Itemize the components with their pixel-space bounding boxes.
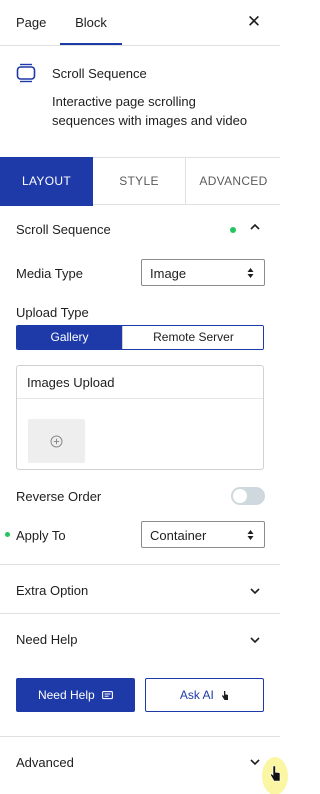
select-value: Container	[150, 528, 207, 543]
section-advanced[interactable]: Advanced	[0, 737, 280, 786]
media-type-select[interactable]: Image	[141, 259, 265, 286]
cursor-icon	[270, 765, 281, 782]
chevron-down-icon[interactable]	[250, 635, 260, 645]
ask-ai-button[interactable]: Ask AI	[145, 678, 264, 712]
select-value: Image	[150, 266, 187, 281]
tab-layout[interactable]: LAYOUT	[0, 157, 93, 206]
reverse-order-label: Reverse Order	[16, 489, 102, 504]
close-icon[interactable]: ✕	[244, 12, 264, 32]
status-dot	[230, 227, 236, 233]
toggle-knob	[233, 489, 247, 503]
add-image-button[interactable]	[28, 419, 85, 463]
hand-pointer-icon	[222, 691, 229, 701]
plus-circle-icon	[50, 435, 63, 448]
images-upload-panel: Images Upload	[16, 365, 264, 470]
media-type-label: Media Type	[16, 266, 83, 281]
apply-to-label: Apply To	[16, 528, 66, 543]
need-help-button[interactable]: Need Help	[16, 678, 135, 712]
button-label: Need Help	[37, 688, 95, 702]
upload-option-gallery[interactable]: Gallery	[17, 326, 122, 349]
tab-advanced[interactable]: ADVANCED	[187, 158, 280, 205]
section-title: Advanced	[16, 755, 74, 770]
inspector-tabs: LAYOUT STYLE ADVANCED	[0, 157, 280, 206]
button-label: Ask AI	[179, 688, 214, 702]
upload-type-label: Upload Type	[16, 305, 89, 320]
section-title: Need Help	[16, 632, 78, 647]
sidebar-header-tabs: Page Block ✕	[0, 0, 280, 46]
block-description: Interactive page scrolling sequences wit…	[52, 94, 248, 128]
tab-page[interactable]: Page	[16, 0, 46, 46]
reverse-order-toggle[interactable]	[231, 487, 265, 505]
divider	[17, 398, 263, 399]
section-extra-option[interactable]: Extra Option	[0, 565, 280, 614]
upload-type-toggle: Gallery Remote Server	[16, 325, 264, 350]
apply-to-select[interactable]: Container	[141, 521, 265, 548]
tab-style[interactable]: STYLE	[93, 158, 186, 205]
select-caret-icon	[247, 268, 254, 278]
tab-block[interactable]: Block	[60, 0, 122, 46]
chevron-down-icon[interactable]	[250, 586, 260, 596]
section-title: Extra Option	[16, 583, 89, 598]
active-tab-indicator	[60, 43, 122, 45]
select-caret-icon	[247, 530, 254, 540]
block-title: Scroll Sequence	[52, 66, 147, 81]
images-upload-label: Images Upload	[27, 375, 115, 390]
section-need-help[interactable]: Need Help	[0, 614, 280, 663]
section-title: Scroll Sequence	[16, 222, 111, 237]
upload-option-remote-server[interactable]: Remote Server	[122, 326, 263, 349]
chevron-down-icon[interactable]	[250, 757, 260, 767]
status-dot	[5, 532, 10, 537]
chevron-up-icon[interactable]	[250, 222, 260, 232]
chat-icon	[102, 690, 113, 699]
block-card: Scroll Sequence Interactive page scrolli…	[0, 47, 280, 157]
section-scroll-sequence[interactable]: Scroll Sequence	[0, 206, 280, 255]
scroll-sequence-icon	[16, 63, 36, 83]
